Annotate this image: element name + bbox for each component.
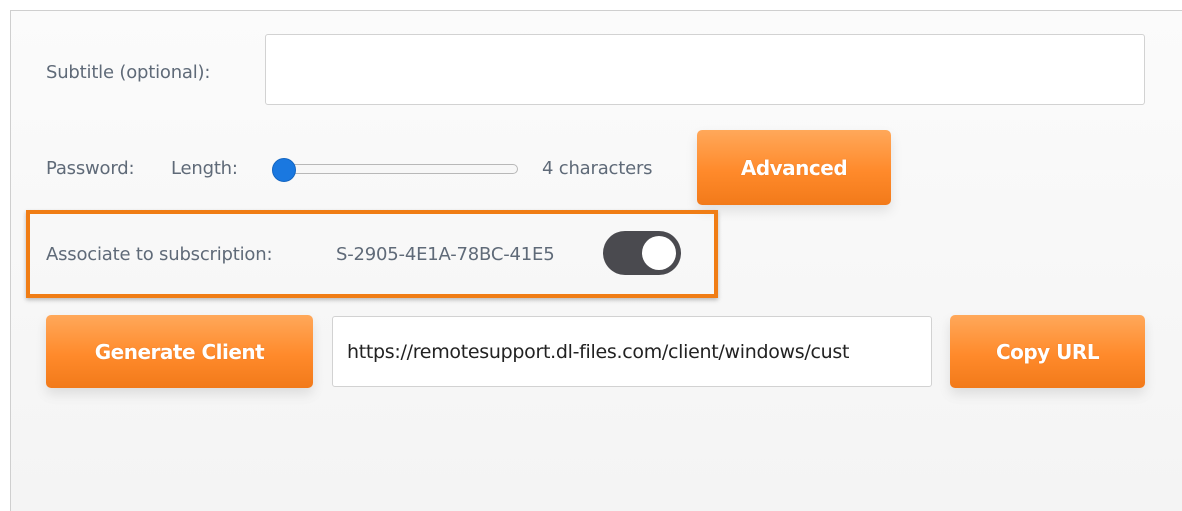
slider-track [272, 164, 518, 174]
subscription-id: S-2905-4E1A-78BC-41E5 [336, 244, 555, 265]
subtitle-input[interactable] [265, 34, 1145, 105]
subscription-toggle[interactable] [603, 231, 681, 275]
password-length-value: 4 characters [542, 158, 653, 179]
toggle-knob [642, 236, 676, 270]
subtitle-label: Subtitle (optional): [46, 62, 211, 83]
length-label: Length: [171, 158, 238, 179]
slider-thumb[interactable] [272, 158, 296, 182]
password-label: Password: [46, 158, 135, 179]
copy-url-button[interactable]: Copy URL [950, 315, 1145, 388]
generate-client-button[interactable]: Generate Client [46, 315, 313, 388]
subscription-label: Associate to subscription: [46, 244, 273, 265]
password-length-slider[interactable] [272, 158, 520, 182]
client-url-field[interactable] [332, 316, 932, 387]
advanced-button[interactable]: Advanced [697, 130, 891, 205]
